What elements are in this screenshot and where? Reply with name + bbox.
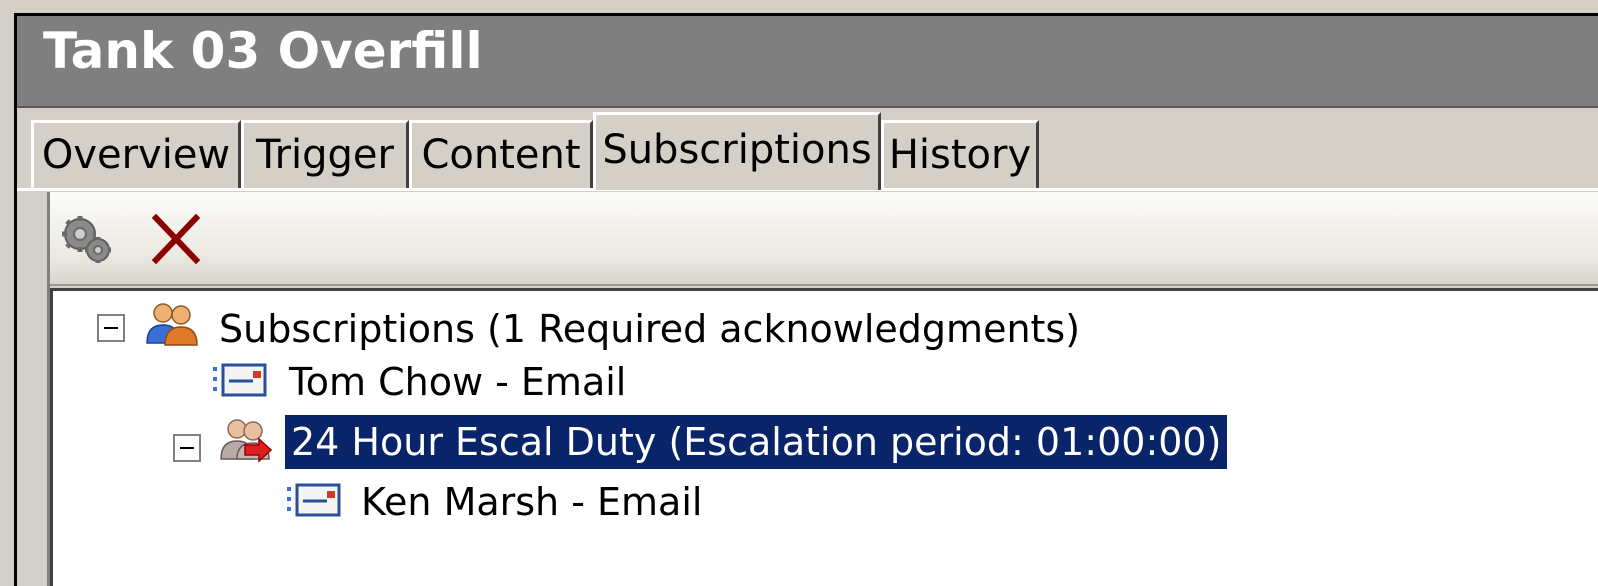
- alarm-window: Tank 03 Overfill Overview Trigger Conten…: [14, 13, 1598, 586]
- escalation-group-icon: [220, 419, 273, 463]
- tab-overview[interactable]: Overview: [31, 120, 241, 190]
- delete-x-icon: [151, 213, 201, 265]
- tab-history[interactable]: History: [881, 120, 1039, 190]
- tree-item-tom-chow-email[interactable]: Tom Chow - Email: [283, 353, 632, 411]
- escalation-collapse-toggle[interactable]: [173, 434, 201, 462]
- tree-node-label: Subscriptions (1 Required acknowledgment…: [219, 307, 1081, 351]
- tree-node-label-selected: 24 Hour Escal Duty (Escalation period: 0…: [285, 415, 1228, 469]
- group-users-icon: [146, 303, 198, 346]
- window-title: Tank 03 Overfill: [43, 22, 483, 80]
- properties-gear-icon: [62, 216, 111, 263]
- email-icon: [287, 483, 341, 517]
- properties-button[interactable]: [58, 210, 118, 270]
- tree-node-subscriptions-root[interactable]: Subscriptions (1 Required acknowledgment…: [213, 300, 1086, 358]
- tab-trigger[interactable]: Trigger: [241, 120, 409, 190]
- tree-item-ken-marsh-email[interactable]: Ken Marsh - Email: [355, 473, 708, 531]
- tab-content[interactable]: Content: [409, 120, 593, 190]
- email-icon: [213, 363, 267, 397]
- delete-button[interactable]: [146, 210, 206, 270]
- root-collapse-toggle[interactable]: [97, 314, 125, 342]
- tree-item-escalation-group[interactable]: 24 Hour Escal Duty (Escalation period: 0…: [285, 413, 1228, 471]
- tree-node-label: Tom Chow - Email: [289, 360, 627, 404]
- title-bar: Tank 03 Overfill: [17, 16, 1598, 108]
- tree-node-label: Ken Marsh - Email: [361, 480, 703, 524]
- subscriptions-tree[interactable]: Subscriptions (1 Required acknowledgment…: [50, 288, 1598, 586]
- tab-subscriptions[interactable]: Subscriptions: [593, 112, 881, 190]
- subscriptions-pane: Subscriptions (1 Required acknowledgment…: [47, 192, 1598, 586]
- toolbar: [50, 192, 1598, 286]
